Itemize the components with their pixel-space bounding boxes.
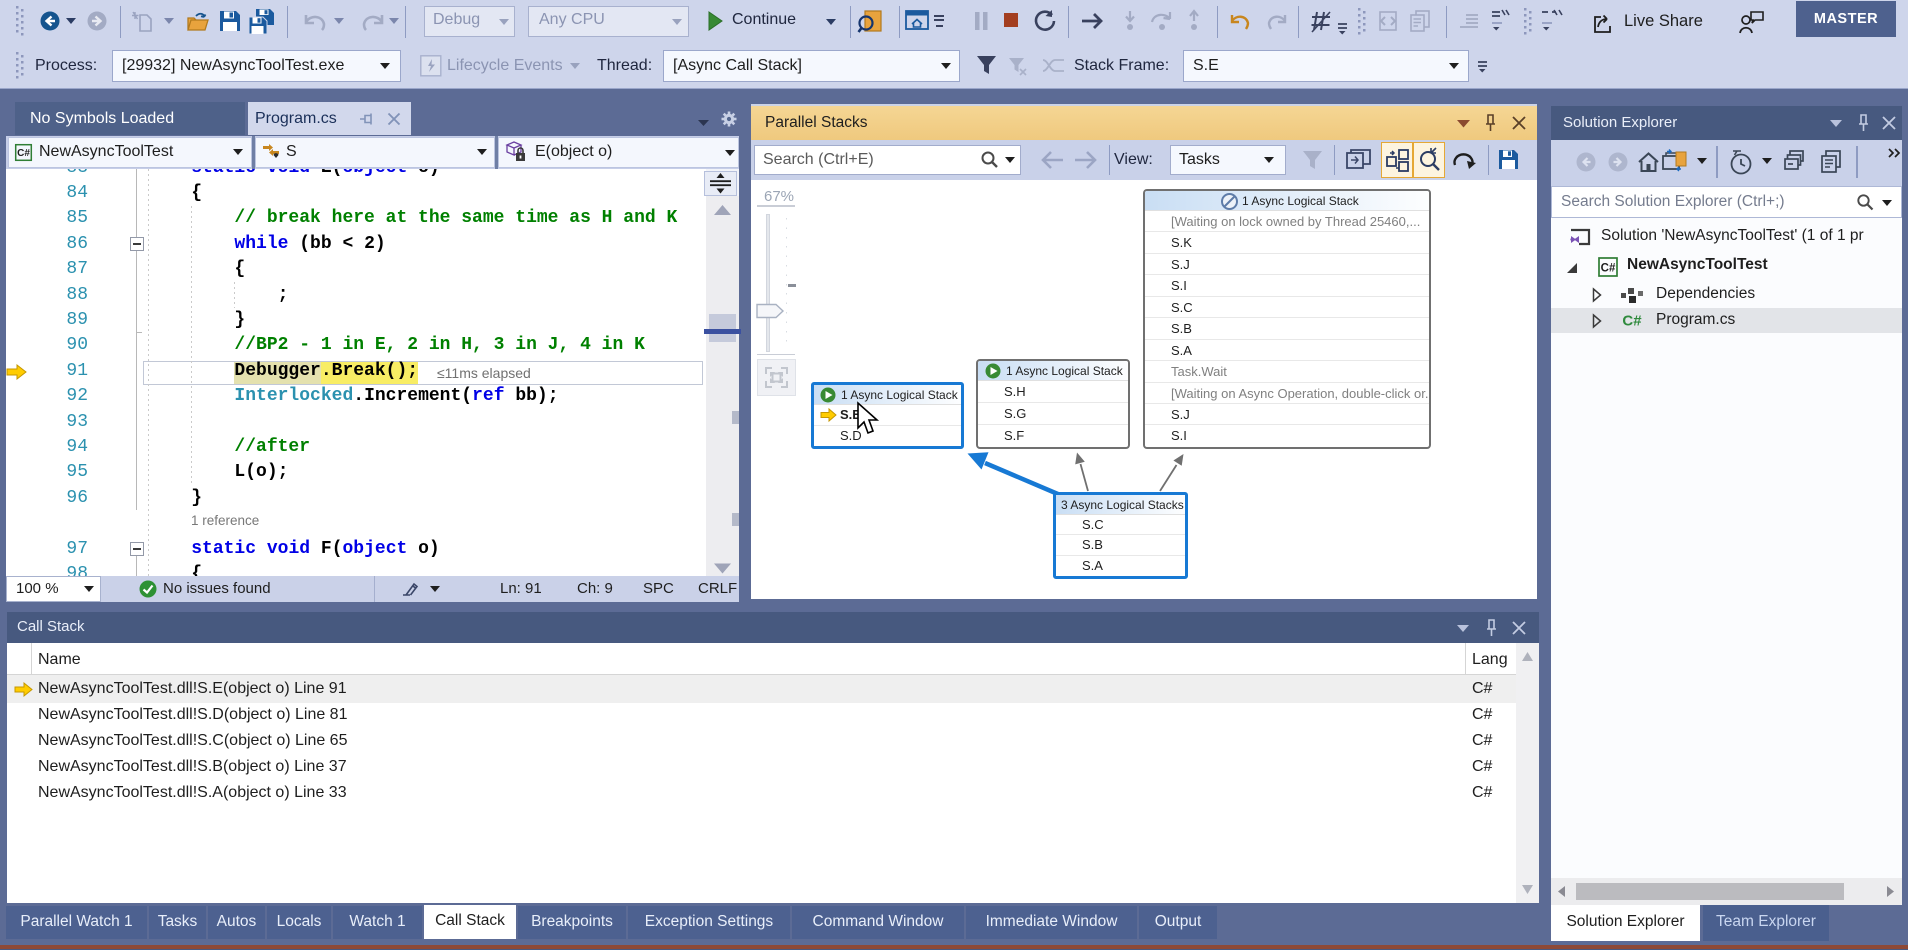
svg-text:C#: C# bbox=[1622, 313, 1642, 330]
svg-text:C#: C# bbox=[17, 148, 30, 159]
svg-text:C#: C# bbox=[1601, 263, 1616, 275]
